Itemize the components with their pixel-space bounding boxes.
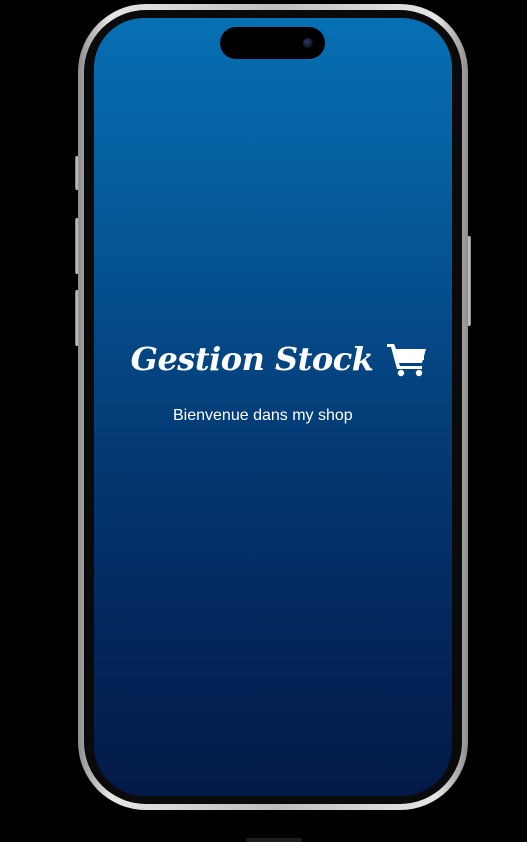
dynamic-island xyxy=(220,27,325,59)
shopping-cart-icon xyxy=(385,341,429,377)
app-title: Gestion Stock xyxy=(130,340,374,378)
welcome-message: Bienvenue dans my shop xyxy=(173,407,353,424)
front-camera-icon xyxy=(303,38,313,48)
device-mockup: Gestion Stock Bienvenue dans my shop xyxy=(0,0,527,842)
device-bottom-edge xyxy=(246,838,302,842)
splash-title-row: Gestion Stock xyxy=(94,340,452,378)
splash-screen: Gestion Stock Bienvenue dans my shop xyxy=(94,18,452,796)
